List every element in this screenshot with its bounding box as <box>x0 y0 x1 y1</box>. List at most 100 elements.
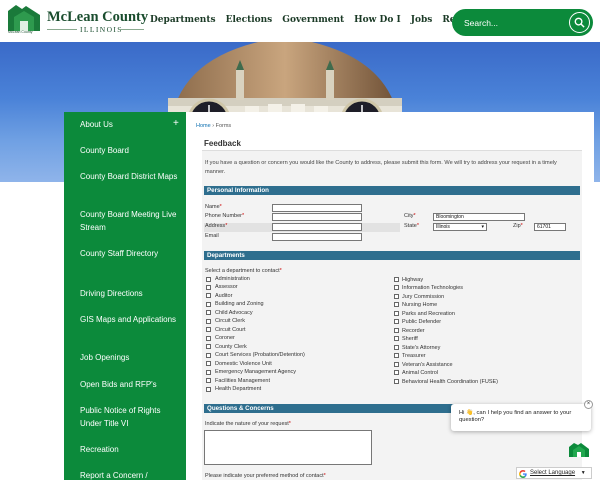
nav-elections[interactable]: Elections <box>226 15 273 25</box>
section-personal-information: Personal Information <box>204 186 580 195</box>
checkbox-county-clerk[interactable] <box>206 344 211 349</box>
checkbox-recorder[interactable] <box>394 328 399 333</box>
checkbox-label: Coroner <box>215 335 235 341</box>
section-departments: Departments <box>204 251 580 260</box>
checkbox-building-zoning[interactable] <box>206 302 211 307</box>
nav-jobs[interactable]: Jobs <box>411 15 433 25</box>
select-language-link: Select Language <box>530 470 576 476</box>
checkbox-label: Facilities Management <box>215 378 271 384</box>
checkbox-label: Administration <box>215 276 250 282</box>
checkbox-label: State's Attorney <box>402 345 441 351</box>
language-selector[interactable]: Select Language ▼ <box>516 467 592 479</box>
nav-departments[interactable]: Departments <box>150 15 216 25</box>
sidebar-item-district-maps[interactable]: County Board District Maps <box>80 171 180 184</box>
close-icon[interactable]: × <box>584 400 593 409</box>
checkbox-circuit-court[interactable] <box>206 327 211 332</box>
chevron-down-icon: ▾ <box>481 224 484 230</box>
breadcrumb-current: Forms <box>215 123 232 129</box>
checkbox-states-attorney[interactable] <box>394 345 399 350</box>
sidebar-item-job-openings[interactable]: Job Openings <box>80 352 180 365</box>
sidebar-item-about-us[interactable]: About Us <box>80 119 180 132</box>
email-field[interactable] <box>272 233 362 241</box>
checkbox-facilities[interactable] <box>206 378 211 383</box>
site-header: McLean County McLean County ILLINOIS Dep… <box>0 0 600 42</box>
checkbox-assessor[interactable] <box>206 285 211 290</box>
city-field[interactable]: Bloomington <box>433 213 525 221</box>
breadcrumb-home-link[interactable]: Home <box>196 123 211 129</box>
checkbox-administration[interactable] <box>206 277 211 282</box>
request-textarea[interactable] <box>204 430 372 465</box>
sidebar-item-title-vi[interactable]: Public Notice of Rights Under Title VI <box>80 405 180 430</box>
address-label: Address* <box>205 223 228 229</box>
checkbox-court-services[interactable] <box>206 353 211 358</box>
search-input[interactable] <box>464 15 564 30</box>
logo-title: McLean County <box>47 9 149 25</box>
checkbox-parks-recreation[interactable] <box>394 311 399 316</box>
expand-plus-icon[interactable]: + <box>173 118 179 129</box>
checkbox-emergency-management[interactable] <box>206 370 211 375</box>
sidebar-item-county-board[interactable]: County Board <box>80 145 180 158</box>
address-field[interactable] <box>272 223 362 231</box>
state-label: State* <box>404 223 419 229</box>
chat-message: Hi 👋, can I help you find an answer to y… <box>459 410 572 423</box>
checkbox-highway[interactable] <box>394 277 399 282</box>
checkbox-coroner[interactable] <box>206 336 211 341</box>
checkbox-label: Domestic Violence Unit <box>215 361 272 367</box>
department-prompt: Select a department to contact* <box>205 268 282 274</box>
search-button[interactable] <box>569 12 590 33</box>
checkbox-label: Animal Control <box>402 370 439 376</box>
checkbox-label: Behavioral Health Coordination (FUSE) <box>402 379 498 385</box>
checkbox-circuit-clerk[interactable] <box>206 319 211 324</box>
checkbox-behavioral-health[interactable] <box>394 379 399 384</box>
sidebar-item-live-stream[interactable]: County Board Meeting Live Stream <box>80 209 180 234</box>
courthouse-logo-icon <box>8 5 40 31</box>
checkbox-treasurer[interactable] <box>394 353 399 358</box>
checkbox-animal-control[interactable] <box>394 370 399 375</box>
chevron-down-icon: ▼ <box>580 470 586 476</box>
sidebar-item-open-bids[interactable]: Open Bids and RFP's <box>80 379 180 392</box>
sidebar-item-report-concern[interactable]: Report a Concern / <box>80 470 180 480</box>
logo-subtitle: ILLINOIS <box>80 25 123 34</box>
checkbox-nursing-home[interactable] <box>394 302 399 307</box>
sidebar-item-gis-maps[interactable]: GIS Maps and Applications <box>80 314 180 327</box>
checkbox-auditor[interactable] <box>206 293 211 298</box>
checkbox-label: Treasurer <box>402 353 426 359</box>
chat-launcher-icon[interactable] <box>568 440 590 458</box>
checkbox-label: Health Department <box>215 386 262 392</box>
logo-divider <box>118 29 144 30</box>
logo-divider <box>47 29 77 30</box>
checkbox-public-defender[interactable] <box>394 319 399 324</box>
name-field[interactable] <box>272 204 362 212</box>
logo-tiny-text: McLean County <box>8 30 33 34</box>
checkbox-information-technologies[interactable] <box>394 285 399 290</box>
state-select[interactable]: Illinois ▾ <box>433 223 487 231</box>
checkbox-child-advocacy[interactable] <box>206 310 211 315</box>
nav-how-do-i[interactable]: How Do I <box>354 15 401 25</box>
checkbox-label: Emergency Management Agency <box>215 369 297 375</box>
search-box <box>452 9 593 36</box>
checkbox-label: Public Defender <box>402 319 442 325</box>
checkbox-veterans-assistance[interactable] <box>394 362 399 367</box>
phone-label: Phone Number* <box>205 213 245 219</box>
chat-prompt-bubble[interactable]: Hi 👋, can I help you find an answer to y… <box>451 404 591 431</box>
checkbox-label: Circuit Court <box>215 327 246 333</box>
nav-government[interactable]: Government <box>282 15 344 25</box>
checkbox-sheriff[interactable] <box>394 336 399 341</box>
checkbox-label: Court Services (Probation/Detention) <box>215 352 305 358</box>
checkbox-label: Recorder <box>402 328 425 334</box>
zip-label: Zip* <box>513 223 523 229</box>
checkbox-health-department[interactable] <box>206 387 211 392</box>
checkbox-jury-commission[interactable] <box>394 294 399 299</box>
breadcrumb: Home › Forms <box>196 123 231 129</box>
sidebar-item-staff-directory[interactable]: County Staff Directory <box>80 248 180 261</box>
checkbox-label: Child Advocacy <box>215 310 253 316</box>
phone-field[interactable] <box>272 213 362 221</box>
checkbox-domestic-violence[interactable] <box>206 361 211 366</box>
sidebar-item-driving-directions[interactable]: Driving Directions <box>80 288 180 301</box>
checkbox-label: Information Technologies <box>402 285 464 291</box>
county-logo[interactable]: McLean County McLean County ILLINOIS <box>6 3 149 37</box>
zip-field[interactable]: 61701 <box>534 223 566 231</box>
checkbox-label: Building and Zoning <box>215 301 264 307</box>
sidebar-item-recreation[interactable]: Recreation <box>80 444 180 457</box>
checkbox-label: Nursing Home <box>402 302 438 308</box>
